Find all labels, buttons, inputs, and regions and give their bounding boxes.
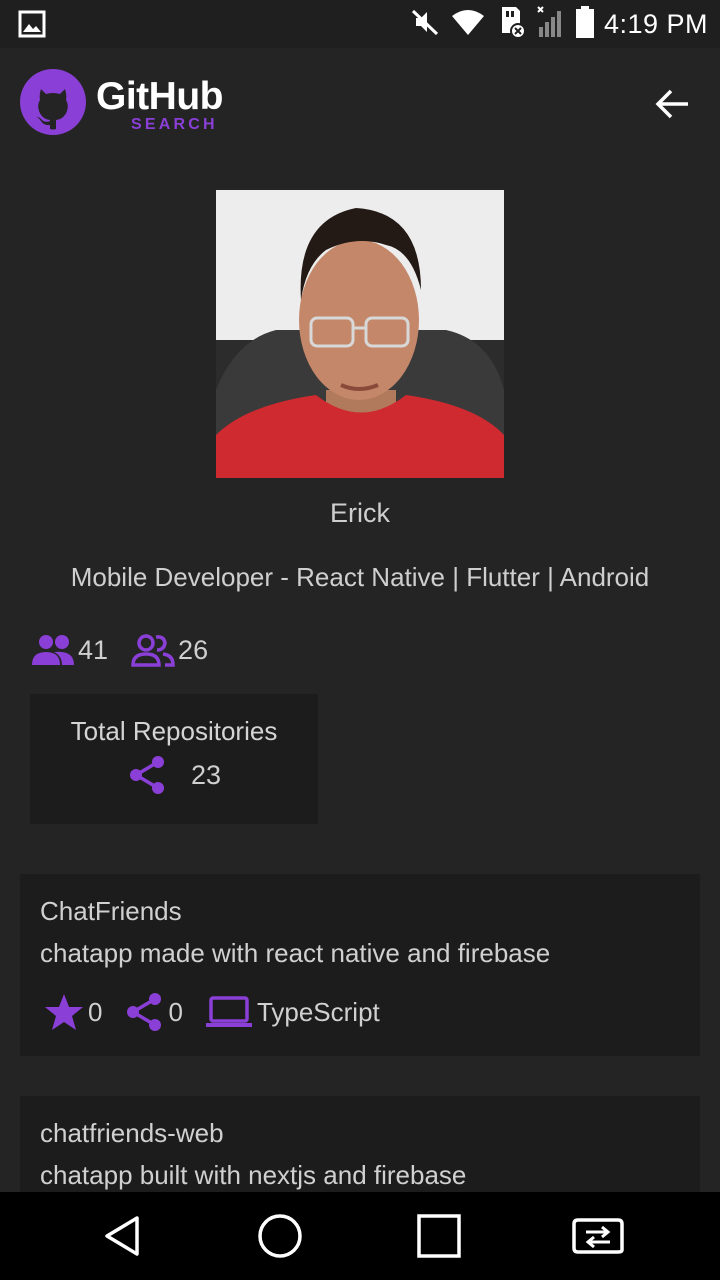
laptop-icon (205, 996, 252, 1027)
repo-forks: 0 (124, 991, 183, 1033)
repo-stars: 0 (44, 993, 102, 1031)
navigation-bar (0, 1192, 720, 1280)
logo-subtitle: SEARCH (131, 116, 218, 133)
repo-description: chatapp built with nextjs and firebase (40, 1160, 467, 1190)
triangle-back-icon (105, 1216, 139, 1256)
nav-home-button[interactable] (252, 1208, 308, 1264)
nav-switch-button[interactable] (570, 1208, 626, 1264)
app-header: GitHub SEARCH (0, 48, 720, 158)
following-stat: 26 (130, 633, 208, 667)
share-icon (129, 756, 164, 794)
total-repositories-count: 23 (190, 759, 222, 790)
arrow-left-icon (655, 89, 688, 119)
people-icon (32, 635, 74, 665)
profile-stats: 41 26 (30, 630, 230, 670)
profile-name: Erick (330, 498, 390, 528)
share-icon (127, 993, 162, 1031)
total-repositories-card: Total Repositories 23 (30, 694, 318, 824)
repo-language: TypeScript (205, 995, 380, 1029)
avatar (216, 190, 504, 478)
status-time: 4:19 PM (603, 8, 708, 39)
profile-bio: Mobile Developer - React Native | Flutte… (70, 562, 650, 592)
repo-card[interactable]: ChatFriends chatapp made with react nati… (20, 874, 700, 1056)
wifi-icon (450, 8, 486, 41)
nav-back-button[interactable] (94, 1208, 150, 1264)
repo-description: chatapp made with react native and fireb… (40, 938, 551, 968)
repo-language-label: TypeScript (256, 996, 380, 1027)
people-outline-icon (131, 634, 175, 667)
status-bar: 4:19 PM (0, 0, 720, 48)
repo-meta: 0 0 TypeScript (44, 992, 402, 1032)
repo-name: chatfriends-web (40, 1118, 224, 1148)
square-recents-icon (417, 1214, 461, 1258)
back-button[interactable] (648, 80, 696, 128)
star-icon (45, 994, 83, 1030)
followers-stat: 41 (30, 633, 108, 667)
github-logo-icon (20, 69, 86, 135)
following-count: 26 (178, 634, 209, 665)
gallery-icon (18, 10, 46, 43)
followers-count: 41 (78, 634, 109, 665)
repo-name: ChatFriends (40, 896, 182, 926)
switch-window-icon (572, 1218, 624, 1254)
total-repositories-label: Total Repositories (70, 716, 278, 746)
nav-recents-button[interactable] (411, 1208, 467, 1264)
sd-card-icon (496, 5, 526, 44)
circle-home-icon (258, 1214, 302, 1258)
signal-icon (536, 5, 566, 44)
battery-icon (575, 5, 594, 43)
logo-title: GitHub (96, 75, 223, 118)
total-repositories-row: 23 (30, 754, 318, 796)
repo-forks-count: 0 (168, 996, 183, 1027)
repo-stars-count: 0 (88, 996, 103, 1027)
mute-icon (410, 7, 440, 42)
